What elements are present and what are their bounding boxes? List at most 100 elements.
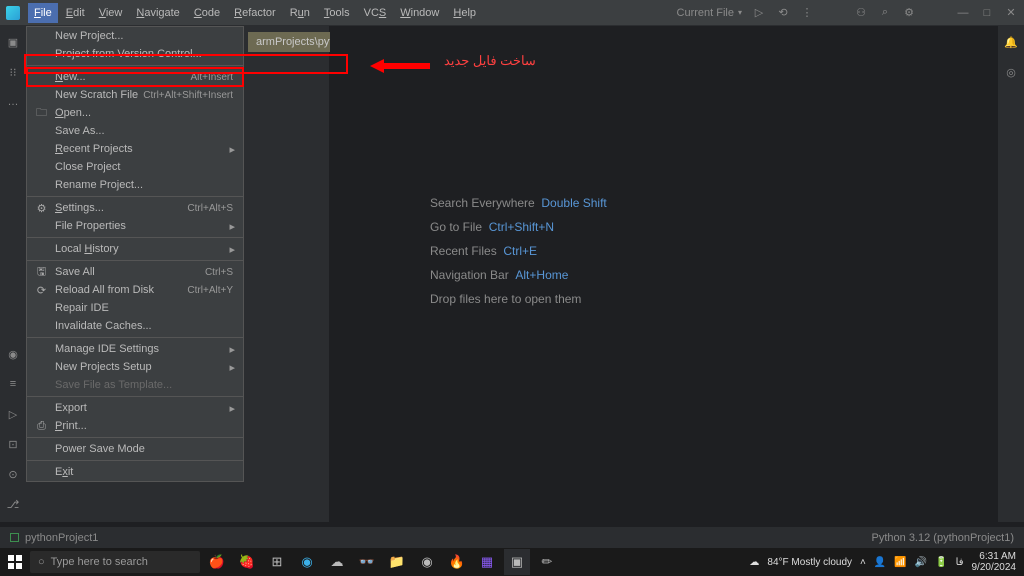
user-icon[interactable]: ⚇ bbox=[854, 6, 868, 20]
run-config[interactable]: Current File ▾ bbox=[677, 7, 742, 19]
menu-item-label: Open... bbox=[55, 107, 233, 119]
menu-item-reload-all-from-disk[interactable]: ⟳Reload All from DiskCtrl+Alt+Y bbox=[27, 281, 243, 299]
taskbar-app-icon[interactable]: ▦ bbox=[474, 549, 500, 575]
folder-icon: 🗀 bbox=[35, 107, 48, 120]
menu-item-shortcut: Ctrl+Alt+S bbox=[187, 203, 233, 214]
taskbar-explorer-icon[interactable]: 📁 bbox=[384, 549, 410, 575]
menu-item-label: New Projects Setup bbox=[55, 361, 233, 373]
taskbar-pycharm-icon[interactable]: ▣ bbox=[504, 549, 530, 575]
tray-wifi-icon[interactable]: 📶 bbox=[894, 557, 906, 568]
taskbar-app-icon[interactable]: ⊞ bbox=[264, 549, 290, 575]
welcome-label: Recent Files bbox=[430, 244, 497, 258]
menu-edit[interactable]: Edit bbox=[60, 3, 91, 23]
menu-item-label: Export bbox=[55, 402, 233, 414]
more-tools-icon[interactable]: … bbox=[5, 94, 21, 110]
tray-chevron-icon[interactable]: ˄ bbox=[860, 557, 866, 568]
taskbar-firefox-icon[interactable]: 🔥 bbox=[444, 549, 470, 575]
taskbar-app-icon[interactable]: ✏ bbox=[534, 549, 560, 575]
menu-item-label: File Properties bbox=[55, 220, 233, 232]
services-icon[interactable]: ≡ bbox=[5, 376, 21, 392]
debug-icon[interactable]: ⟲ bbox=[776, 6, 790, 20]
right-toolbar: 🔔 ◎ bbox=[998, 26, 1024, 522]
search-placeholder: Type here to search bbox=[51, 556, 148, 568]
taskbar-app-icon[interactable]: 🍎 bbox=[204, 549, 230, 575]
menu-item-rename-project[interactable]: Rename Project... bbox=[27, 176, 243, 194]
menu-code[interactable]: Code bbox=[188, 3, 226, 23]
menu-item-save-as[interactable]: Save As... bbox=[27, 122, 243, 140]
run-tool-icon[interactable]: ▷ bbox=[5, 406, 21, 422]
menu-window[interactable]: Window bbox=[394, 3, 445, 23]
taskbar-app-icon[interactable]: 🍓 bbox=[234, 549, 260, 575]
menu-item-local-history[interactable]: Local History▸ bbox=[27, 240, 243, 258]
menu-view[interactable]: View bbox=[93, 3, 129, 23]
menu-run[interactable]: Run bbox=[284, 3, 316, 23]
menu-help[interactable]: Help bbox=[447, 3, 482, 23]
status-interpreter[interactable]: Python 3.12 (pythonProject1) bbox=[872, 532, 1014, 544]
project-icon[interactable]: ▣ bbox=[5, 34, 21, 50]
taskbar-edge-icon[interactable]: ◉ bbox=[294, 549, 320, 575]
menu-item-new-scratch-file[interactable]: New Scratch FileCtrl+Alt+Shift+Insert bbox=[27, 86, 243, 104]
weather-icon[interactable]: ☁ bbox=[749, 557, 759, 568]
close-icon[interactable]: ✕ bbox=[1004, 6, 1018, 20]
menu-item-project-from-version-control[interactable]: Project from Version Control... bbox=[27, 45, 243, 63]
weather-text[interactable]: 84°F Mostly cloudy bbox=[767, 557, 852, 568]
menu-item-label: Power Save Mode bbox=[55, 443, 233, 455]
problems-icon[interactable]: ⊙ bbox=[5, 466, 21, 482]
minimize-icon[interactable]: ― bbox=[956, 6, 970, 20]
menu-navigate[interactable]: Navigate bbox=[130, 3, 185, 23]
ide-logo-icon bbox=[6, 6, 20, 20]
more-icon[interactable]: ⋮ bbox=[800, 6, 814, 20]
run-icon[interactable]: ▷ bbox=[752, 6, 766, 20]
maximize-icon[interactable]: □ bbox=[980, 6, 994, 20]
welcome-shortcut: Alt+Home bbox=[515, 268, 568, 282]
menu-item-close-project[interactable]: Close Project bbox=[27, 158, 243, 176]
tray-battery-icon[interactable]: 🔋 bbox=[935, 557, 947, 568]
menu-item-shortcut: Ctrl+S bbox=[205, 267, 233, 278]
vcs-icon[interactable]: ⎇ bbox=[5, 496, 21, 512]
menu-item-exit[interactable]: Exit bbox=[27, 463, 243, 481]
taskbar-chrome-icon[interactable]: ◉ bbox=[414, 549, 440, 575]
taskbar-app-icon[interactable]: 👓 bbox=[354, 549, 380, 575]
menu-item-export[interactable]: Export▸ bbox=[27, 399, 243, 417]
ai-icon[interactable]: ◎ bbox=[1003, 64, 1019, 80]
notifications-icon[interactable]: 🔔 bbox=[1003, 34, 1019, 50]
menu-item-recent-projects[interactable]: Recent Projects▸ bbox=[27, 140, 243, 158]
menu-item-new[interactable]: New...Alt+Insert bbox=[27, 68, 243, 86]
menu-item-file-properties[interactable]: File Properties▸ bbox=[27, 217, 243, 235]
menu-item-open[interactable]: 🗀 Open... bbox=[27, 104, 243, 122]
menu-file[interactable]: File bbox=[28, 3, 58, 23]
menu-item-repair-ide[interactable]: Repair IDE bbox=[27, 299, 243, 317]
welcome-label: Drop files here to open them bbox=[430, 292, 581, 306]
search-icon[interactable]: ⌕ bbox=[878, 6, 892, 20]
menu-item-manage-ide-settings[interactable]: Manage IDE Settings▸ bbox=[27, 340, 243, 358]
menu-item-invalidate-caches[interactable]: Invalidate Caches... bbox=[27, 317, 243, 335]
taskbar-app-icon[interactable]: ☁ bbox=[324, 549, 350, 575]
structure-icon[interactable]: ⁝⁝ bbox=[5, 64, 21, 80]
terminal-icon[interactable]: ⊡ bbox=[5, 436, 21, 452]
welcome-label: Go to File bbox=[430, 220, 482, 234]
taskbar-clock[interactable]: 6:31 AM 9/20/2024 bbox=[972, 551, 1017, 573]
menu-item-shortcut: Ctrl+Alt+Y bbox=[187, 285, 233, 296]
menu-refactor[interactable]: Refactor bbox=[228, 3, 282, 23]
welcome-shortcut: Double Shift bbox=[541, 196, 606, 210]
menu-item-save-all[interactable]: 🖫Save AllCtrl+S bbox=[27, 263, 243, 281]
menu-item-print[interactable]: ⎙Print... bbox=[27, 417, 243, 435]
menu-item-label: New... bbox=[55, 71, 190, 83]
menu-item-new-project[interactable]: New Project... bbox=[27, 27, 243, 45]
start-button[interactable] bbox=[0, 555, 30, 569]
tray-icon[interactable]: 👤 bbox=[874, 557, 886, 568]
file-menu-dropdown: New Project...Project from Version Contr… bbox=[26, 26, 244, 482]
menu-item-label: Print... bbox=[55, 420, 233, 432]
menu-vcs[interactable]: VCS bbox=[358, 3, 393, 23]
menu-item-power-save-mode[interactable]: Power Save Mode bbox=[27, 440, 243, 458]
taskbar-search[interactable]: ○ Type here to search bbox=[30, 551, 200, 573]
menu-item-label: Repair IDE bbox=[55, 302, 233, 314]
python-console-icon[interactable]: ◉ bbox=[5, 346, 21, 362]
settings-gear-icon[interactable]: ⚙ bbox=[902, 6, 916, 20]
menu-item-new-projects-setup[interactable]: New Projects Setup▸ bbox=[27, 358, 243, 376]
menu-item-settings[interactable]: ⚙Settings...Ctrl+Alt+S bbox=[27, 199, 243, 217]
tray-sound-icon[interactable]: 🔊 bbox=[915, 557, 927, 568]
menu-tools[interactable]: Tools bbox=[318, 3, 356, 23]
save-icon: 🖫 bbox=[35, 266, 48, 279]
tray-lang[interactable]: فا bbox=[956, 557, 964, 568]
